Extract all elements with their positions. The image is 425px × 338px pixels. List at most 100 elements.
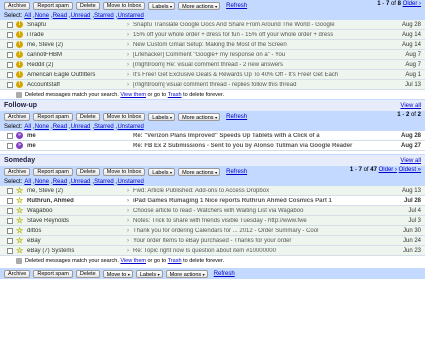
select-all-link[interactable]: All (24, 13, 31, 19)
select-checkbox[interactable] (7, 31, 13, 38)
select-unread-link[interactable]: Unread (71, 124, 91, 130)
select-checkbox[interactable] (7, 21, 13, 28)
message-row[interactable]: ! cannotFHBM › [Lifehacker] Comment "Google… (0, 50, 425, 60)
trash-link[interactable]: Trash (168, 92, 182, 98)
select-starred-link[interactable]: Starred (94, 124, 114, 130)
report-spam-button[interactable]: Report spam (33, 112, 73, 121)
report-spam-button[interactable]: Report spam (33, 1, 73, 10)
select-checkbox[interactable] (7, 71, 13, 78)
more-actions-dropdown[interactable]: More actions ▾ (165, 269, 208, 278)
select-checkbox[interactable] (7, 132, 13, 139)
older-link[interactable]: Older › (379, 167, 397, 173)
star-icon[interactable]: ☆ (16, 207, 23, 215)
labels-dropdown[interactable]: Labels ▾ (148, 112, 176, 121)
important-marker-icon[interactable]: ! (16, 81, 23, 88)
select-checkbox[interactable] (7, 187, 13, 194)
select-starred-link[interactable]: Starred (94, 13, 114, 19)
section-title[interactable]: Follow-up (4, 102, 37, 109)
message-row[interactable]: ☆ eBay (7) Systems › Re: Topic right now Is… (0, 246, 425, 256)
delete-button[interactable]: Delete (75, 112, 100, 121)
labels-dropdown[interactable]: Labels ▾ (148, 1, 176, 10)
important-marker-icon[interactable]: ! (16, 51, 23, 58)
delete-button[interactable]: Delete (75, 1, 100, 10)
move-to-inbox-button[interactable]: Move to Inbox (102, 1, 146, 10)
star-icon[interactable]: ☆ (16, 217, 23, 225)
message-row[interactable]: ! Reddit (2) › [r/lightroom] Re: visual com… (0, 60, 425, 70)
select-checkbox[interactable] (7, 217, 13, 224)
message-row[interactable]: ☆ Stave Reynolds › Notes: Trick to share wi… (0, 216, 425, 226)
star-icon[interactable]: ☆ (16, 187, 23, 195)
older-link[interactable]: Older › (403, 1, 421, 7)
archive-button[interactable]: Archive (4, 167, 31, 176)
important-marker-icon[interactable]: ! (16, 61, 23, 68)
select-checkbox[interactable] (7, 237, 13, 244)
important-marker-icon[interactable]: ! (16, 71, 23, 78)
delete-button[interactable]: Delete (75, 167, 100, 176)
select-read-link[interactable]: Read (53, 13, 67, 19)
followup-marker-icon[interactable]: » (16, 142, 23, 149)
select-checkbox[interactable] (7, 197, 13, 204)
select-checkbox[interactable] (7, 247, 13, 254)
message-row[interactable]: ! Accountstaff › [r/lightroom] visual comme… (0, 80, 425, 90)
select-unstarred-link[interactable]: Unstarred (117, 179, 143, 185)
move-to-dropdown[interactable]: Move to ▾ (102, 269, 133, 278)
section-title[interactable]: Someday (4, 157, 35, 164)
select-unread-link[interactable]: Unread (71, 13, 91, 19)
message-row[interactable]: ! iTrade › 15% off your whole order + dress… (0, 30, 425, 40)
select-none-link[interactable]: None (35, 179, 49, 185)
select-unstarred-link[interactable]: Unstarred (117, 13, 143, 19)
select-all-link[interactable]: All (24, 124, 31, 130)
important-marker-icon[interactable]: ! (16, 21, 23, 28)
select-unstarred-link[interactable]: Unstarred (117, 124, 143, 130)
select-read-link[interactable]: Read (53, 124, 67, 130)
labels-dropdown[interactable]: Labels ▾ (135, 269, 163, 278)
more-actions-dropdown[interactable]: More actions ▾ (178, 1, 221, 10)
select-checkbox[interactable] (7, 207, 13, 214)
star-icon[interactable]: ☆ (16, 237, 23, 245)
refresh-link[interactable]: Refresh (226, 114, 247, 120)
message-row[interactable]: » me Re: "Verizon Plans Improved" Speeds U… (0, 131, 425, 141)
select-unread-link[interactable]: Unread (71, 179, 91, 185)
message-row[interactable]: ☆ Wagaboo › Choose article to read - Watche… (0, 206, 425, 216)
view-them-link[interactable]: View them (120, 92, 146, 98)
report-spam-button[interactable]: Report spam (33, 269, 73, 278)
message-row[interactable]: » me Re: FB Ex 2 Submissions - Sent to you… (0, 141, 425, 151)
message-row[interactable]: ! American Eagle Outfitters › It's Free! Ge… (0, 70, 425, 80)
select-checkbox[interactable] (7, 41, 13, 48)
select-all-link[interactable]: All (24, 179, 31, 185)
move-to-inbox-button[interactable]: Move to Inbox (102, 112, 146, 121)
refresh-link[interactable]: Refresh (226, 169, 247, 175)
delete-button[interactable]: Delete (75, 269, 100, 278)
message-row[interactable]: ! Snapfu › Snapfu Translate Google Docs And… (0, 20, 425, 30)
view-them-link[interactable]: View them (120, 258, 146, 264)
more-actions-dropdown[interactable]: More actions ▾ (178, 112, 221, 121)
select-checkbox[interactable] (7, 81, 13, 88)
labels-dropdown[interactable]: Labels ▾ (148, 167, 176, 176)
star-icon[interactable]: ☆ (16, 227, 23, 235)
star-icon[interactable]: ☆ (16, 197, 23, 205)
select-checkbox[interactable] (7, 61, 13, 68)
message-row[interactable]: ☆ me, Steve (2) › Fwd: Article Published: A… (0, 186, 425, 196)
select-none-link[interactable]: None (35, 124, 49, 130)
message-row[interactable]: ☆ eBay › Your order Items to eBay purchased… (0, 236, 425, 246)
important-marker-icon[interactable]: ! (16, 31, 23, 38)
select-read-link[interactable]: Read (53, 179, 67, 185)
select-checkbox[interactable] (7, 51, 13, 58)
select-checkbox[interactable] (7, 142, 13, 149)
message-row[interactable]: ! me, Steve (2) › New Custom Gmail Setup: M… (0, 40, 425, 50)
archive-button[interactable]: Archive (4, 269, 31, 278)
view-all-link[interactable]: View all (400, 158, 421, 164)
refresh-link[interactable]: Refresh (226, 3, 247, 9)
refresh-link[interactable]: Refresh (214, 271, 235, 277)
move-to-inbox-button[interactable]: Move to Inbox (102, 167, 146, 176)
oldest-link[interactable]: Oldest » (399, 167, 421, 173)
select-checkbox[interactable] (7, 227, 13, 234)
select-starred-link[interactable]: Starred (94, 179, 114, 185)
trash-link[interactable]: Trash (168, 258, 182, 264)
message-row[interactable]: ☆ Ruthrun, Ahmed › iPad Games Rumaging 1 Ni… (0, 196, 425, 206)
important-marker-icon[interactable]: ! (16, 41, 23, 48)
more-actions-dropdown[interactable]: More actions ▾ (178, 167, 221, 176)
report-spam-button[interactable]: Report spam (33, 167, 73, 176)
archive-button[interactable]: Archive (4, 112, 31, 121)
message-row[interactable]: ☆ dittos › Thank you for ordering Calendars… (0, 226, 425, 236)
